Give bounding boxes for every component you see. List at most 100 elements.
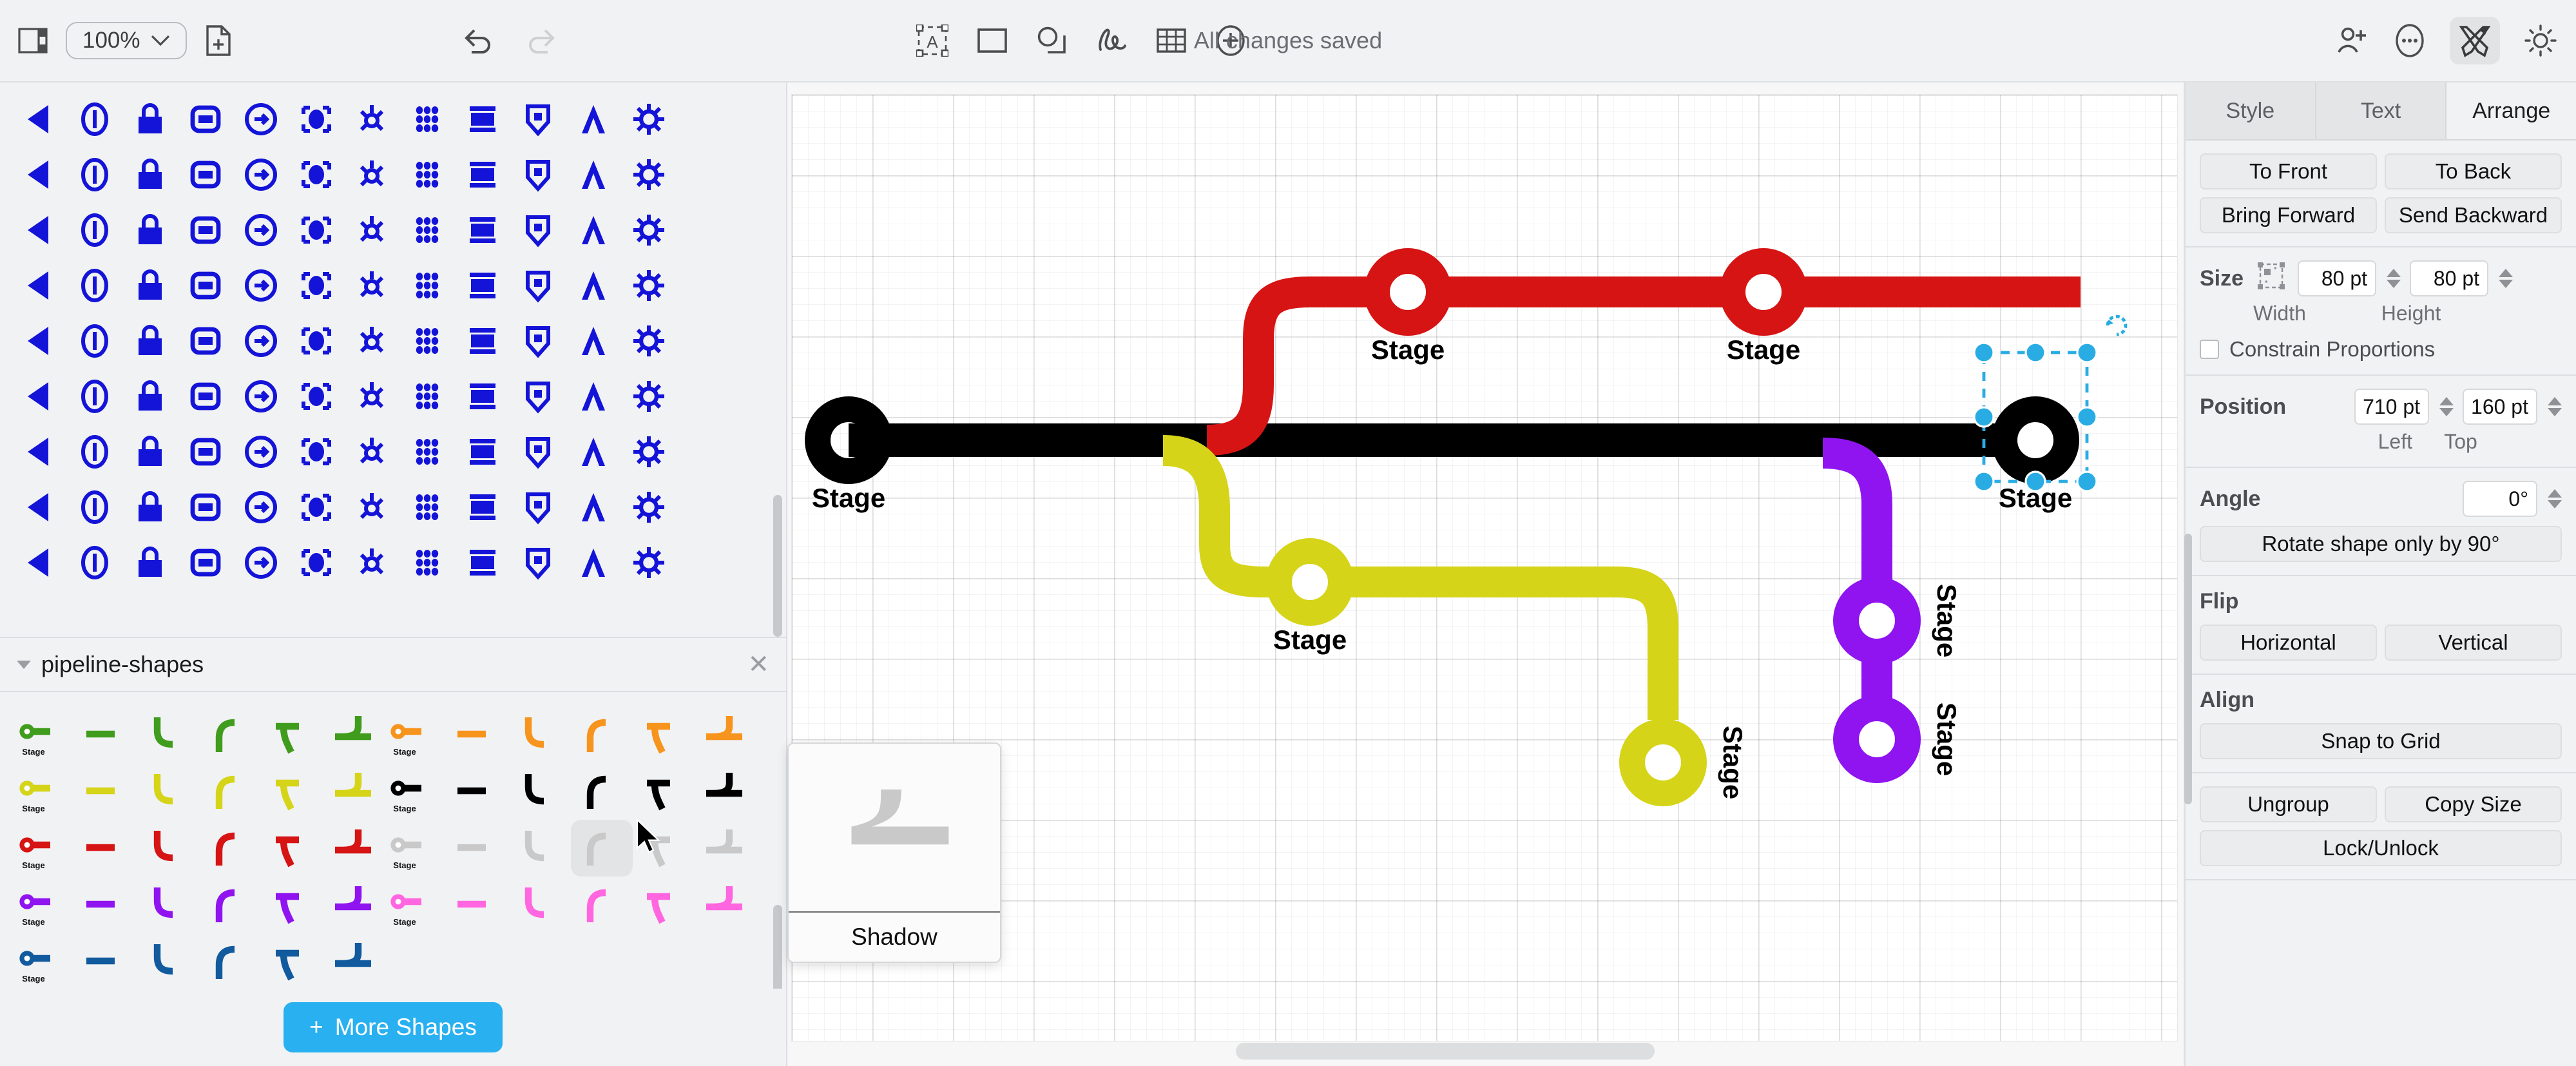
rotate-icon[interactable] [2106, 315, 2128, 336]
pipeline-shape-curve-tl[interactable] [138, 877, 200, 933]
height-field[interactable]: 80 pt [2410, 260, 2489, 296]
resize-handle-w[interactable] [1973, 406, 1995, 428]
basket-icon[interactable] [233, 369, 289, 424]
pipeline-shape-elbow[interactable] [695, 706, 756, 763]
cloud-icon[interactable] [233, 424, 289, 480]
rectangle-icon[interactable] [977, 28, 1008, 53]
pipeline-shape-tee-left[interactable] [633, 877, 695, 933]
hierarchy-icon[interactable] [122, 480, 178, 535]
pipeline-node-yellow-2[interactable]: Stage [1619, 719, 1748, 806]
user-gear-icon[interactable] [510, 369, 566, 424]
zoom-in-icon[interactable] [399, 535, 455, 590]
team-icon[interactable] [621, 480, 677, 535]
pipeline-shape-stage[interactable]: Stage [385, 706, 447, 763]
stamp-icon[interactable] [122, 258, 178, 313]
signal-icon[interactable] [233, 202, 289, 258]
resize-handle-se[interactable] [2076, 470, 2098, 492]
play-left-icon[interactable] [12, 92, 67, 147]
pipeline-shape-elbow[interactable] [695, 763, 756, 820]
pipeline-node-red-1[interactable]: Stage [1364, 248, 1452, 365]
layers-ellipse-icon[interactable] [67, 147, 122, 202]
www-icon[interactable] [289, 147, 344, 202]
power-icon[interactable] [122, 202, 178, 258]
pipeline-shape-curve-bl[interactable] [200, 706, 262, 763]
smoke-icon[interactable] [233, 480, 289, 535]
target-icon[interactable] [566, 313, 621, 369]
recycle-icon[interactable] [233, 313, 289, 369]
mobile-icon[interactable] [566, 480, 621, 535]
pipeline-shape-stage[interactable]: Stage [385, 877, 447, 933]
pipeline-shape-stage[interactable]: Stage [14, 706, 76, 763]
pipeline-shape-straight[interactable] [447, 763, 509, 820]
pipeline-shape-stage[interactable]: Stage [385, 763, 447, 820]
spider-icon[interactable] [566, 258, 621, 313]
arrow-up-icon[interactable] [399, 480, 455, 535]
send-backward-button[interactable]: Send Backward [2385, 197, 2562, 233]
left-stepper[interactable] [2439, 397, 2454, 416]
pipeline-shape-straight[interactable] [76, 820, 138, 877]
vm-icon[interactable] [510, 480, 566, 535]
percent-circle-icon[interactable] [455, 480, 510, 535]
pipeline-shape-tee-left[interactable] [262, 763, 323, 820]
pencil-ruler-icon[interactable] [2450, 17, 2500, 64]
tools-icon[interactable] [67, 480, 122, 535]
resize-handle-sw[interactable] [1973, 470, 1995, 492]
bring-forward-button[interactable]: Bring Forward [2200, 197, 2377, 233]
pipeline-shape-straight[interactable] [447, 706, 509, 763]
shapes-scrollbar[interactable] [773, 495, 782, 637]
pipeline-node-purple-1[interactable]: Stage [1833, 577, 1962, 664]
tab-arrange[interactable]: Arrange [2446, 82, 2576, 139]
pipeline-shape-stage[interactable]: Stage [14, 933, 76, 989]
servers-icon[interactable] [621, 258, 677, 313]
sliders-icon[interactable] [12, 424, 67, 480]
resize-handle-s[interactable] [2024, 470, 2046, 492]
table-icon[interactable] [1156, 28, 1187, 53]
arrow-right-circle-icon[interactable] [233, 92, 289, 147]
badge-gear-icon[interactable] [510, 202, 566, 258]
canvas-horizontal-scrollbar[interactable] [791, 1043, 2170, 1060]
pipeline-shape-elbow[interactable] [695, 877, 756, 933]
checklist-icon[interactable] [67, 258, 122, 313]
gear-lightning-icon[interactable] [621, 92, 677, 147]
swap-arrows-icon[interactable] [455, 313, 510, 369]
pipeline-shape-curve-bl[interactable] [571, 763, 633, 820]
ungroup-button[interactable]: Ungroup [2200, 786, 2377, 822]
general-shapes-scroll-area[interactable] [0, 82, 786, 638]
sitemap-icon[interactable] [399, 424, 455, 480]
pipeline-shape-tee-left[interactable] [633, 763, 695, 820]
flag-icon[interactable] [289, 424, 344, 480]
width-field[interactable]: 80 pt [2298, 260, 2377, 296]
link-icon[interactable] [344, 535, 399, 590]
bar-circle-icon[interactable] [67, 202, 122, 258]
caret-down-icon[interactable] [17, 660, 31, 669]
lambda-icon[interactable] [566, 92, 621, 147]
screen-gear-icon[interactable] [12, 202, 67, 258]
pipeline-shape-curve-tl[interactable] [509, 820, 571, 877]
pipeline-shape-tee-left[interactable] [262, 933, 323, 989]
alert-collapse-icon[interactable] [67, 369, 122, 424]
pipeline-shape-curve-bl[interactable] [200, 933, 262, 989]
p-chevron-icon[interactable] [621, 202, 677, 258]
bolt-icon[interactable] [67, 535, 122, 590]
ellipsis-icon[interactable] [2394, 24, 2425, 57]
left-field[interactable]: 710 pt [2354, 389, 2430, 425]
palette-icon[interactable] [455, 424, 510, 480]
bug-gear-icon[interactable] [344, 92, 399, 147]
pipeline-shape-straight[interactable] [447, 877, 509, 933]
copy-size-button[interactable]: Copy Size [2385, 786, 2562, 822]
play-circle-icon[interactable] [566, 202, 621, 258]
pipeline-shape-curve-tl[interactable] [138, 763, 200, 820]
speed-clock-icon[interactable] [178, 424, 233, 480]
stamp-alert-icon[interactable] [178, 258, 233, 313]
resize-handle-nw[interactable] [1973, 342, 1995, 363]
pipeline-shape-elbow[interactable] [323, 820, 385, 877]
insert-text-icon[interactable]: A [916, 24, 948, 57]
pipeline-shape-curve-bl[interactable] [200, 820, 262, 877]
globe-icon[interactable] [233, 147, 289, 202]
puzzle-user-icon[interactable] [122, 369, 178, 424]
group-users-icon[interactable] [12, 480, 67, 535]
tab-text[interactable]: Text [2316, 82, 2447, 139]
scale-icon[interactable] [621, 147, 677, 202]
pipeline-shape-straight[interactable] [447, 820, 509, 877]
pipeline-shape-tee-left[interactable] [262, 820, 323, 877]
